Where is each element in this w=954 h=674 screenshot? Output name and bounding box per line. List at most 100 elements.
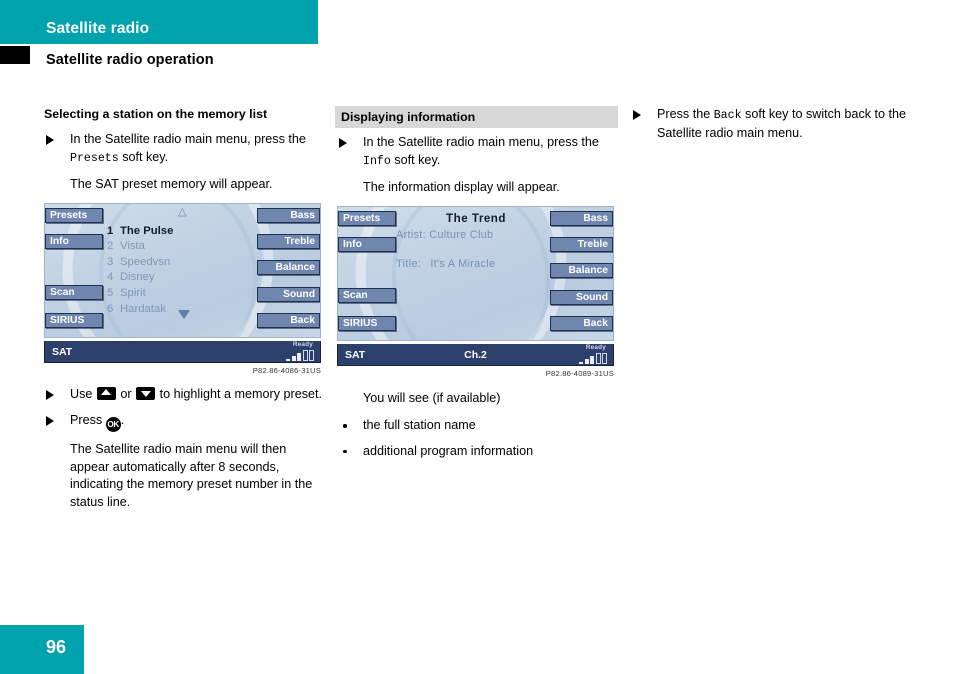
triangle-bullet-icon (339, 138, 347, 149)
col1-result-1: The SAT preset memory will appear. (70, 177, 273, 192)
softkey-bass[interactable]: Bass (550, 210, 613, 226)
column-three: Press the Back soft key to switch back t… (631, 106, 912, 151)
status-channel-label: Ch.2 (464, 348, 487, 361)
display-artwork-swoosh-2 (382, 206, 560, 340)
col1-step-3-text-b: . (120, 413, 125, 428)
softkey-info[interactable]: Info (45, 233, 103, 249)
softkey-treble[interactable]: Treble (257, 233, 320, 249)
col2-bullet-1: the full station name (363, 418, 476, 433)
triangle-bullet-icon (46, 135, 54, 146)
col1-step-3: Press OK. (44, 412, 325, 433)
title-row: Title: It's A Miracle (396, 258, 556, 270)
col2-step-1: In the Satellite radio main menu, press … (337, 134, 618, 170)
col1-step-1: In the Satellite radio main menu, press … (44, 131, 325, 167)
softkey-balance[interactable]: Balance (257, 259, 320, 275)
preset-row[interactable]: 4 Disney (107, 270, 257, 286)
ok-button-icon: OK (105, 417, 121, 433)
col3-step-1-text-a: Press the (657, 107, 714, 121)
col2-subheading: Displaying information (335, 106, 618, 129)
dot-bullet-icon (343, 424, 347, 428)
preset-row[interactable]: 6 Hardatak (107, 302, 257, 318)
preset-name: Vista (120, 240, 145, 253)
col2-step-1-text-a: In the Satellite radio main menu, press (363, 135, 578, 150)
col1-subheading: Selecting a station on the memory list (44, 107, 268, 121)
softkey-treble[interactable]: Treble (550, 236, 613, 252)
col2-step-1-text-c: soft key. (390, 152, 441, 167)
title-value: It's A Miracle (430, 257, 496, 270)
softkey-scan[interactable]: Scan (338, 287, 396, 303)
softkey-presets[interactable]: Presets (45, 207, 103, 223)
column-two: Displaying information In the Satellite … (335, 106, 618, 468)
scroll-up-icon[interactable]: △ (178, 206, 186, 218)
column-one: Selecting a station on the memory list I… (44, 106, 325, 520)
col1-step-1-text-a: In the Satellite radio main menu, press (70, 132, 285, 147)
preset-row[interactable]: 2 Vista (107, 239, 257, 255)
softkey-sirius[interactable]: SIRIUS (338, 315, 396, 331)
preset-name: Hardatak (120, 302, 166, 315)
col1-step-3-text-a: Press (70, 413, 106, 428)
softkey-name-back: Back (713, 109, 742, 122)
dot-bullet-icon (343, 449, 347, 454)
softkey-sound[interactable]: Sound (550, 289, 613, 305)
radio-display-info: Presets Info Scan SIRIUS Bass Treble Bal… (337, 205, 614, 341)
col1-step-2-text-c: to highlight a memory preset. (156, 386, 323, 401)
triangle-bullet-icon (46, 416, 54, 427)
status-source-label: SAT (52, 345, 73, 358)
col1-step-1-text-b: the (288, 132, 306, 147)
preset-name: Speedvsn (120, 255, 171, 268)
preset-list: 1 The Pulse 2 Vista 3 Speedvsn 4 Disney 5 Spi… (107, 224, 257, 318)
signal-strength-icon (579, 352, 607, 364)
softkey-scan[interactable]: Scan (45, 284, 103, 300)
softkey-info[interactable]: Info (338, 236, 396, 252)
down-key-icon (136, 386, 156, 400)
status-bar-presets: SAT Ready (44, 340, 321, 363)
station-name: The Trend (446, 211, 506, 225)
figure-caption: P82.86-4086-31US (252, 365, 321, 375)
col2-result-1: The information display will appear. (363, 180, 560, 195)
softkey-sound[interactable]: Sound (257, 286, 320, 302)
artist-row: Artist: Culture Club (396, 229, 556, 241)
preset-row[interactable]: 5 Spirit (107, 286, 257, 302)
figure-preset-memory: Presets Info Scan SIRIUS Bass Treble Bal… (44, 202, 325, 375)
radio-display-presets: Presets Info Scan SIRIUS Bass Treble Bal… (44, 202, 321, 338)
list-item: additional program information (337, 443, 618, 461)
figure-information-display: Presets Info Scan SIRIUS Bass Treble Bal… (337, 205, 618, 378)
col2-intro: You will see (if available) (363, 390, 501, 405)
col1-step-2: Use or to highlight a memory preset. (44, 386, 325, 404)
up-key-icon (96, 386, 116, 400)
col1-result-2: The Satellite radio main menu will then … (70, 442, 313, 509)
preset-number: 3 (107, 255, 114, 268)
page-title: Satellite radio (46, 20, 150, 37)
preset-number: 5 (107, 287, 114, 299)
signal-strength-icon (286, 349, 314, 361)
preset-row[interactable]: 1 The Pulse (107, 224, 257, 240)
preset-name: Spirit (120, 287, 146, 299)
status-ready-label: Ready (585, 343, 606, 351)
preset-number: 1 (107, 224, 114, 237)
col1-step-2-text-b: or (116, 386, 136, 401)
triangle-bullet-icon (46, 389, 54, 400)
softkey-sirius[interactable]: SIRIUS (45, 312, 103, 328)
preset-name: Disney (120, 271, 155, 284)
softkey-bass[interactable]: Bass (257, 207, 320, 223)
preset-row[interactable]: 3 Speedvsn (107, 255, 257, 271)
softkey-name-info: Info (363, 154, 391, 168)
title-label: Title: (396, 257, 421, 270)
section-heading: Satellite radio operation (46, 52, 214, 68)
figure-caption: P82.86-4089-31US (545, 368, 614, 378)
footer-teal-band (0, 625, 84, 674)
status-bar-info: SAT Ch.2 Ready (337, 343, 614, 366)
softkey-back[interactable]: Back (257, 312, 320, 328)
list-item: the full station name (337, 417, 618, 435)
artist-label: Artist: (396, 228, 426, 241)
status-ready-label: Ready (292, 340, 313, 348)
softkey-presets[interactable]: Presets (338, 210, 396, 226)
softkey-name-presets: Presets (70, 151, 119, 165)
softkey-balance[interactable]: Balance (550, 262, 613, 278)
page-number: 96 (46, 637, 67, 657)
col1-step-2-text-a: Use (70, 386, 96, 401)
preset-name: The Pulse (120, 224, 174, 237)
softkey-back[interactable]: Back (550, 315, 613, 331)
col3-step-1: Press the Back soft key to switch back t… (631, 106, 912, 142)
col2-bullet-2: additional program information (363, 443, 534, 458)
